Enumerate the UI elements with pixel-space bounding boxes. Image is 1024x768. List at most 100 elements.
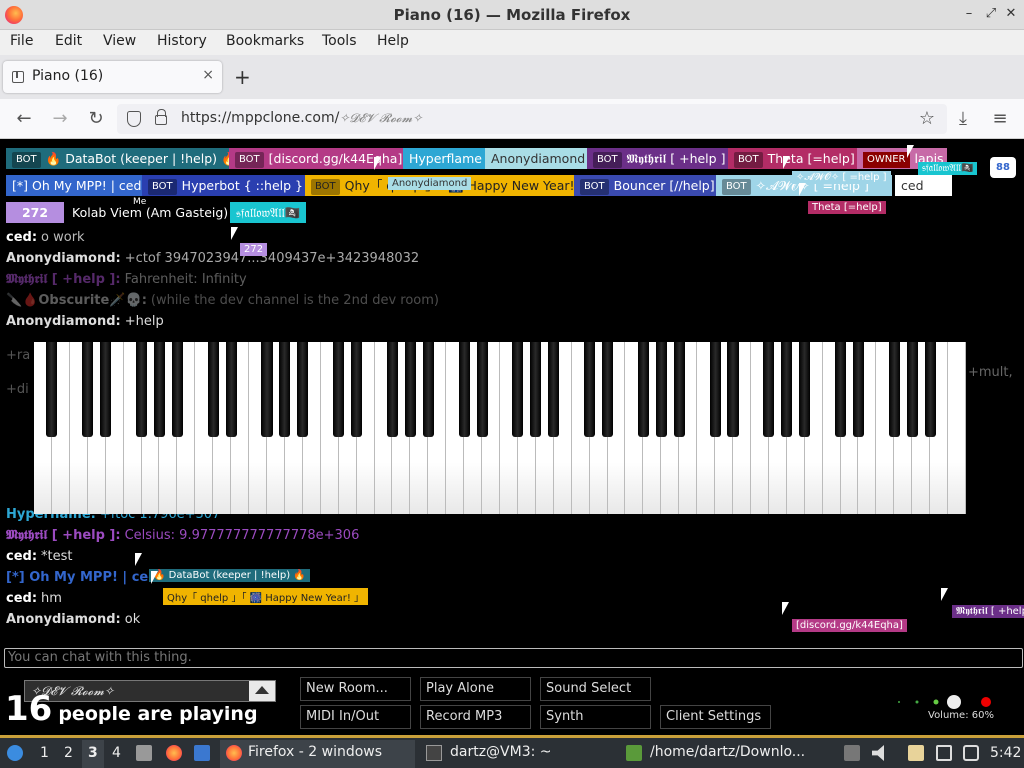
- workspace-2[interactable]: 2: [64, 745, 73, 761]
- workspace-1[interactable]: 1: [40, 745, 49, 761]
- piano-black-key[interactable]: [655, 342, 667, 437]
- piano-black-key[interactable]: [763, 342, 775, 437]
- piano-black-key[interactable]: [82, 342, 94, 437]
- forward-button[interactable]: →: [49, 108, 71, 130]
- piano-black-key[interactable]: [673, 342, 685, 437]
- user-count-icon[interactable]: 88: [990, 157, 1016, 178]
- piano-black-key[interactable]: [709, 342, 721, 437]
- user-sfallowall[interactable]: 𝔰𝔣𝔞𝔩𝔩𝔬𝔴𝔄𝔩𝔩🏴‍☠️: [230, 202, 307, 223]
- network-icon[interactable]: [963, 745, 979, 761]
- user-hyperbot[interactable]: BOT Hyperbot { ::help }: [142, 175, 309, 196]
- piano-black-key[interactable]: [799, 342, 811, 437]
- taskbar-window-terminal[interactable]: dartz@VM3: ~: [420, 740, 615, 768]
- piano-black-key[interactable]: [888, 342, 900, 437]
- tab-close-icon[interactable]: ×: [202, 67, 214, 83]
- piano-keyboard[interactable]: [34, 342, 966, 514]
- window-launcher-icon[interactable]: [194, 745, 210, 761]
- bookmark-star-icon[interactable]: ☆: [919, 108, 935, 129]
- new-tab-button[interactable]: +: [234, 65, 251, 89]
- reload-button[interactable]: ↻: [85, 108, 107, 130]
- piano-black-key[interactable]: [404, 342, 416, 437]
- piano-black-key[interactable]: [297, 342, 309, 437]
- back-button[interactable]: ←: [13, 108, 35, 130]
- user-theta[interactable]: BOT Theta [=help]: [728, 148, 861, 169]
- piano-black-key[interactable]: [852, 342, 864, 437]
- menu-edit[interactable]: Edit: [55, 33, 82, 49]
- downloads-icon[interactable]: ⤓: [952, 108, 974, 130]
- piano-black-key[interactable]: [207, 342, 219, 437]
- piano-black-key[interactable]: [476, 342, 488, 437]
- piano-black-key[interactable]: [458, 342, 470, 437]
- menu-view[interactable]: View: [103, 33, 136, 49]
- lock-screen-icon[interactable]: [844, 745, 860, 761]
- minimize-button[interactable]: –: [960, 5, 978, 23]
- sound-select-button[interactable]: Sound Select: [540, 677, 651, 701]
- user-bouncer[interactable]: BOT Bouncer [//help]: [574, 175, 721, 196]
- maximize-button[interactable]: ⤢: [982, 5, 1000, 23]
- file-manager-launcher-icon[interactable]: [136, 745, 152, 761]
- piano-black-key[interactable]: [333, 342, 345, 437]
- piano-black-key[interactable]: [422, 342, 434, 437]
- menu-tools[interactable]: Tools: [322, 33, 357, 49]
- volume-dial-icon[interactable]: [947, 695, 961, 709]
- firefox-launcher-icon[interactable]: [166, 745, 182, 761]
- piano-black-key[interactable]: [834, 342, 847, 437]
- menu-file[interactable]: File: [10, 33, 33, 49]
- chat-input[interactable]: You can chat with this thing.: [4, 648, 1023, 668]
- piano-black-key[interactable]: [225, 342, 237, 437]
- piano-black-key[interactable]: [601, 342, 614, 437]
- user-kolab-viem[interactable]: Kolab Viem (Am Gasteig): [66, 202, 235, 223]
- url-bar[interactable]: https://mppclone.com/✧𝓓𝓔𝓥 𝓡𝓸𝓸𝓶✧ ☆: [117, 104, 947, 134]
- piano-black-key[interactable]: [171, 342, 183, 437]
- close-window-button[interactable]: ✕: [1002, 5, 1020, 23]
- piano-black-key[interactable]: [46, 342, 58, 437]
- start-menu-icon[interactable]: [7, 745, 23, 761]
- menu-help[interactable]: Help: [377, 33, 409, 49]
- user-discord[interactable]: BOT [discord.gg/k44Eqha]: [229, 148, 409, 169]
- workspace-3[interactable]: 3: [88, 745, 98, 761]
- lock-icon[interactable]: [155, 109, 167, 125]
- taskbar-window-firefox[interactable]: Firefox - 2 windows: [220, 740, 415, 768]
- piano-black-key[interactable]: [584, 342, 596, 437]
- piano-white-key[interactable]: [948, 342, 966, 514]
- piano-black-key[interactable]: [512, 342, 524, 437]
- taskbar-window-files[interactable]: /home/dartz/Downlo...: [620, 740, 815, 768]
- piano-black-key[interactable]: [153, 342, 165, 437]
- piano-black-key[interactable]: [135, 342, 148, 437]
- volume-knob[interactable]: [893, 694, 1003, 710]
- piano-black-key[interactable]: [637, 342, 649, 437]
- user-databot[interactable]: BOT 🔥 DataBot (keeper | !help) 🔥: [6, 148, 243, 169]
- user-ced-me[interactable]: ced: [895, 175, 952, 196]
- menu-bookmarks[interactable]: Bookmarks: [226, 33, 304, 49]
- synth-button[interactable]: Synth: [540, 705, 651, 729]
- piano-black-key[interactable]: [530, 342, 542, 437]
- tab-piano[interactable]: Piano (16) ×: [3, 61, 222, 93]
- speaker-icon[interactable]: [872, 745, 884, 761]
- new-room-button[interactable]: New Room...: [300, 677, 411, 701]
- piano-black-key[interactable]: [727, 342, 739, 437]
- client-settings-button[interactable]: Client Settings: [660, 705, 771, 729]
- piano-black-key[interactable]: [279, 342, 291, 437]
- piano-black-key[interactable]: [548, 342, 560, 437]
- piano-black-key[interactable]: [781, 342, 793, 437]
- user-hyperflame[interactable]: Hyperflame: [403, 148, 488, 169]
- piano-black-key[interactable]: [100, 342, 112, 437]
- piano-black-key[interactable]: [924, 342, 936, 437]
- piano-black-key[interactable]: [906, 342, 918, 437]
- piano-black-key[interactable]: [351, 342, 363, 437]
- play-alone-button[interactable]: Play Alone: [420, 677, 531, 701]
- menu-history[interactable]: History: [157, 33, 207, 49]
- midi-in-out-button[interactable]: MIDI In/Out: [300, 705, 411, 729]
- user-anonydiamond[interactable]: Anonydiamond: [485, 148, 592, 169]
- user-272[interactable]: 272: [6, 202, 64, 223]
- app-menu-icon[interactable]: ≡: [989, 108, 1011, 130]
- piano-black-key[interactable]: [386, 342, 398, 437]
- piano-black-key[interactable]: [261, 342, 273, 437]
- workspace-4[interactable]: 4: [112, 745, 121, 761]
- url-text[interactable]: https://mppclone.com/✧𝓓𝓔𝓥 𝓡𝓸𝓸𝓶✧: [181, 110, 422, 126]
- user-mythril[interactable]: BOT 𝕸𝖞𝖙𝖍𝖗𝖎𝖑 [ +help ]: [587, 148, 732, 169]
- clipboard-icon[interactable]: [908, 745, 924, 761]
- tracking-shield-icon[interactable]: [127, 111, 141, 127]
- display-icon[interactable]: [936, 745, 952, 761]
- user-ohmympp-ced[interactable]: [*] Oh My MPP! | ced: [6, 175, 148, 196]
